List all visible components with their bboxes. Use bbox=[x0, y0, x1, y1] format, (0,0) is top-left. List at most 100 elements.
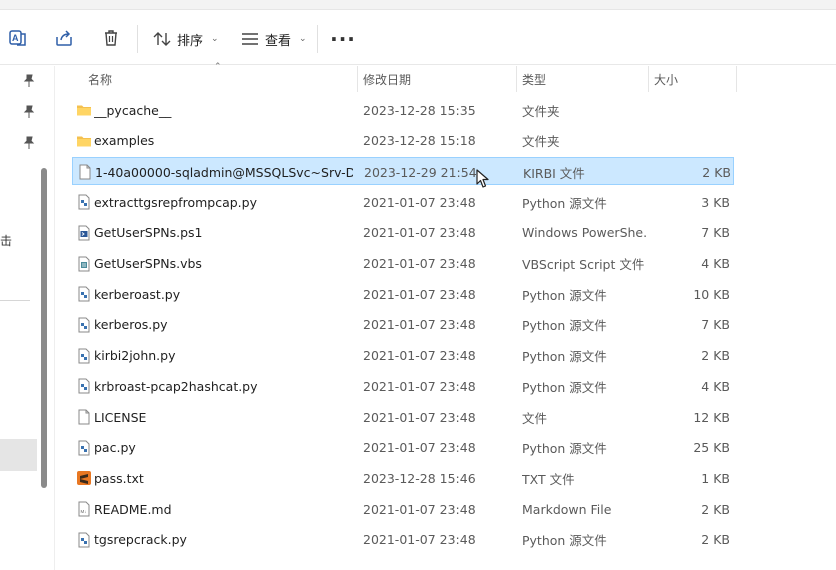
vbscript-file-icon bbox=[76, 256, 92, 272]
column-header-size-label: 大小 bbox=[654, 72, 679, 87]
file-type: Python 源文件 bbox=[522, 287, 607, 303]
python-file-icon bbox=[76, 378, 92, 394]
column-divider[interactable] bbox=[516, 66, 517, 92]
share-icon[interactable] bbox=[51, 25, 77, 51]
column-divider[interactable] bbox=[357, 66, 358, 92]
file-name: pass.txt bbox=[94, 470, 144, 486]
file-name: kirbi2john.py bbox=[94, 348, 176, 364]
sort-button[interactable]: 排序 ⌄ bbox=[153, 25, 219, 53]
nav-scrollbar[interactable] bbox=[41, 168, 47, 488]
file-row[interactable]: LICENSE 2021-01-07 23:48 文件 12 KB bbox=[72, 403, 734, 431]
file-name: GetUserSPNs.ps1 bbox=[94, 225, 203, 241]
python-file-icon bbox=[76, 286, 92, 302]
file-modified-date: 2021-01-07 23:48 bbox=[363, 317, 476, 333]
file-name: kerberos.py bbox=[94, 317, 168, 333]
file-type: 文件夹 bbox=[522, 103, 560, 119]
file-name: GetUserSPNs.vbs bbox=[94, 256, 202, 271]
file-size: 10 KB bbox=[693, 286, 730, 302]
file-row[interactable]: pass.txt 2023-12-28 15:46 TXT 文件 1 KB bbox=[72, 464, 734, 492]
file-size: 2 KB bbox=[701, 532, 730, 548]
file-row[interactable]: GetUserSPNs.vbs 2021-01-07 23:48 VBScript … bbox=[72, 250, 734, 278]
file-type: 文件夹 bbox=[522, 134, 560, 150]
file-name: README.md bbox=[94, 501, 172, 517]
file-type: Python 源文件 bbox=[522, 349, 607, 365]
file-row-selected[interactable]: 1-40a00000-sqladmin@MSSQLSvc~Srv-DB... 20… bbox=[72, 157, 734, 186]
chevron-down-icon: ⌄ bbox=[299, 34, 307, 44]
python-file-icon bbox=[76, 440, 92, 456]
file-row[interactable]: tgsrepcrack.py 2021-01-07 23:48 Python 源文件… bbox=[72, 526, 734, 554]
file-row[interactable]: kirbi2john.py 2021-01-07 23:48 Python 源文件 2… bbox=[72, 342, 734, 370]
file-modified-date: 2023-12-28 15:18 bbox=[363, 133, 476, 149]
file-size bbox=[652, 127, 730, 155]
file-size bbox=[652, 96, 730, 124]
column-header-date-label: 修改日期 bbox=[363, 72, 412, 87]
file-row[interactable]: kerberos.py 2021-01-07 23:48 Python 源文件 7 K… bbox=[72, 311, 734, 339]
file-type: VBScript Script 文件 bbox=[522, 257, 645, 272]
file-size: 4 KB bbox=[701, 378, 730, 394]
pin-icon[interactable] bbox=[22, 105, 36, 119]
column-header-date[interactable]: 修改日期 bbox=[363, 66, 513, 92]
file-row[interactable]: M↓ README.md 2021-01-07 23:48 Markdown File… bbox=[72, 495, 734, 523]
file-type: Markdown File bbox=[522, 501, 612, 517]
file-icon bbox=[76, 409, 92, 425]
file-modified-date: 2021-01-07 23:48 bbox=[363, 256, 476, 271]
folder-icon bbox=[76, 102, 92, 118]
pin-icon[interactable] bbox=[22, 74, 36, 88]
file-row[interactable]: examples 2023-12-28 15:18 文件夹 bbox=[72, 127, 734, 155]
file-type: Python 源文件 bbox=[522, 533, 607, 549]
file-modified-date: 2021-01-07 23:48 bbox=[363, 440, 476, 456]
toolbar-divider bbox=[137, 25, 138, 53]
file-modified-date: 2021-01-07 23:48 bbox=[363, 348, 476, 364]
column-header-name[interactable]: 名称 bbox=[88, 66, 348, 92]
file-name: 1-40a00000-sqladmin@MSSQLSvc~Srv-DB... bbox=[95, 164, 353, 180]
file-row[interactable]: krbroast-pcap2hashcat.py 2021-01-07 23:48… bbox=[72, 372, 734, 400]
file-size: 4 KB bbox=[701, 256, 730, 271]
file-name: extracttgsrepfrompcap.py bbox=[94, 194, 257, 210]
file-type: Python 源文件 bbox=[522, 379, 607, 395]
file-size: 12 KB bbox=[693, 409, 730, 425]
file-size: 2 KB bbox=[701, 348, 730, 364]
view-button[interactable]: 查看 ⌄ bbox=[241, 25, 307, 53]
file-row[interactable]: GetUserSPNs.ps1 2021-01-07 23:48 Windows P… bbox=[72, 219, 734, 247]
column-header-type-label: 类型 bbox=[522, 72, 547, 87]
toolbar-divider bbox=[317, 25, 318, 53]
svg-text:M↓: M↓ bbox=[81, 509, 87, 514]
pane-border bbox=[54, 66, 55, 570]
mouse-cursor-icon bbox=[476, 169, 489, 188]
markdown-file-icon: M↓ bbox=[76, 501, 92, 517]
folder-icon bbox=[76, 133, 92, 149]
trash-icon[interactable] bbox=[98, 25, 124, 51]
file-name: examples bbox=[94, 133, 155, 149]
translate-icon[interactable]: A bbox=[5, 25, 31, 51]
file-modified-date: 2021-01-07 23:48 bbox=[363, 286, 476, 302]
file-type: Python 源文件 bbox=[522, 441, 607, 457]
file-size: 2 KB bbox=[701, 501, 730, 517]
file-type: Python 源文件 bbox=[522, 195, 607, 211]
file-size: 7 KB bbox=[701, 317, 730, 333]
column-header-name-label: 名称 bbox=[88, 72, 113, 87]
file-size: 3 KB bbox=[701, 194, 730, 210]
file-row[interactable]: kerberoast.py 2021-01-07 23:48 Python 源文件 1… bbox=[72, 280, 734, 308]
file-type: TXT 文件 bbox=[522, 471, 575, 487]
file-type: KIRBI 文件 bbox=[523, 165, 585, 181]
file-row[interactable]: pac.py 2021-01-07 23:48 Python 源文件 25 KB bbox=[72, 434, 734, 462]
column-divider[interactable] bbox=[648, 66, 649, 92]
file-name: krbroast-pcap2hashcat.py bbox=[94, 378, 258, 394]
file-modified-date: 2021-01-07 23:48 bbox=[363, 225, 476, 241]
file-row[interactable]: __pycache__ 2023-12-28 15:35 文件夹 bbox=[72, 96, 734, 124]
column-header-size[interactable]: 大小 bbox=[654, 66, 734, 92]
file-row[interactable]: extracttgsrepfrompcap.py 2021-01-07 23:48… bbox=[72, 188, 734, 216]
more-options-button[interactable]: ··· bbox=[330, 25, 356, 53]
sublime-text-file-icon bbox=[76, 470, 92, 486]
python-file-icon bbox=[76, 348, 92, 364]
python-file-icon bbox=[76, 317, 92, 333]
file-modified-date: 2021-01-07 23:48 bbox=[363, 194, 476, 210]
pin-icon[interactable] bbox=[22, 136, 36, 150]
nav-item-selected[interactable] bbox=[0, 439, 37, 471]
file-size: 25 KB bbox=[693, 440, 730, 456]
sort-label: 排序 bbox=[177, 33, 204, 49]
file-type: 文件 bbox=[522, 410, 548, 426]
column-header-type[interactable]: 类型 bbox=[522, 66, 642, 92]
column-divider[interactable] bbox=[736, 66, 737, 92]
nav-item-partial-label[interactable]: 击 bbox=[0, 232, 12, 249]
